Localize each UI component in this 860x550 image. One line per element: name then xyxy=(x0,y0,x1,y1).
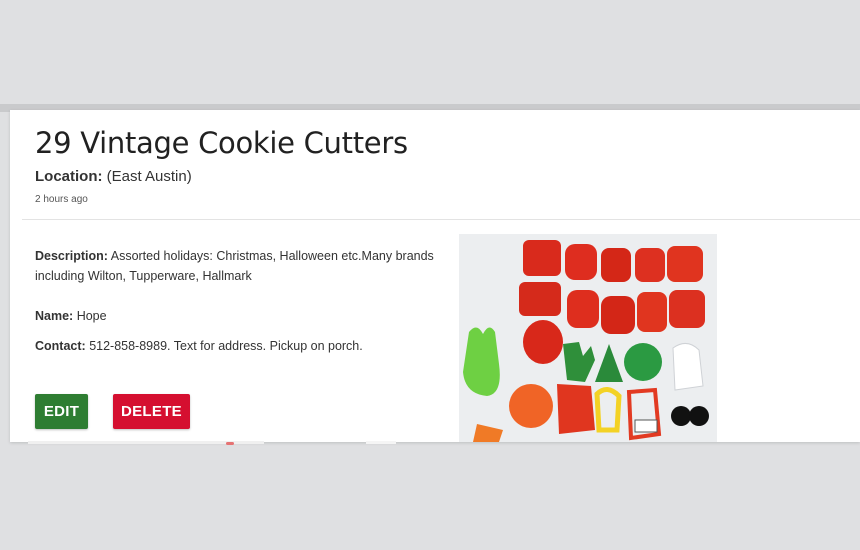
name-value: Hope xyxy=(76,309,107,323)
contact-value: 512-858-8989. Text for address. Pickup o… xyxy=(89,339,363,353)
description-label: Description: xyxy=(35,249,108,263)
description: Description: Assorted holidays: Christma… xyxy=(35,246,445,286)
listing-location: Location: (East Austin) xyxy=(35,168,192,185)
bottom-strip-2 xyxy=(366,441,396,444)
name-label: Name: xyxy=(35,309,74,323)
listing-title: 29 Vintage Cookie Cutters xyxy=(35,126,408,160)
poster-name: Name: Hope xyxy=(35,306,445,326)
contact-label: Contact: xyxy=(35,339,86,353)
bottom-indicator xyxy=(226,442,234,445)
location-label: Location: xyxy=(35,168,103,185)
cookie-cutters-image xyxy=(459,234,717,442)
listing-card: 29 Vintage Cookie Cutters Location: (Eas… xyxy=(10,110,860,442)
divider xyxy=(22,219,860,220)
delete-button[interactable]: DELETE xyxy=(113,394,190,429)
page-background-top xyxy=(0,0,860,104)
listing-photo[interactable] xyxy=(459,234,717,442)
contact-info: Contact: 512-858-8989. Text for address.… xyxy=(35,336,445,356)
edit-button[interactable]: EDIT xyxy=(35,394,88,429)
posted-time: 2 hours ago xyxy=(35,194,88,205)
location-value: (East Austin) xyxy=(106,168,192,185)
